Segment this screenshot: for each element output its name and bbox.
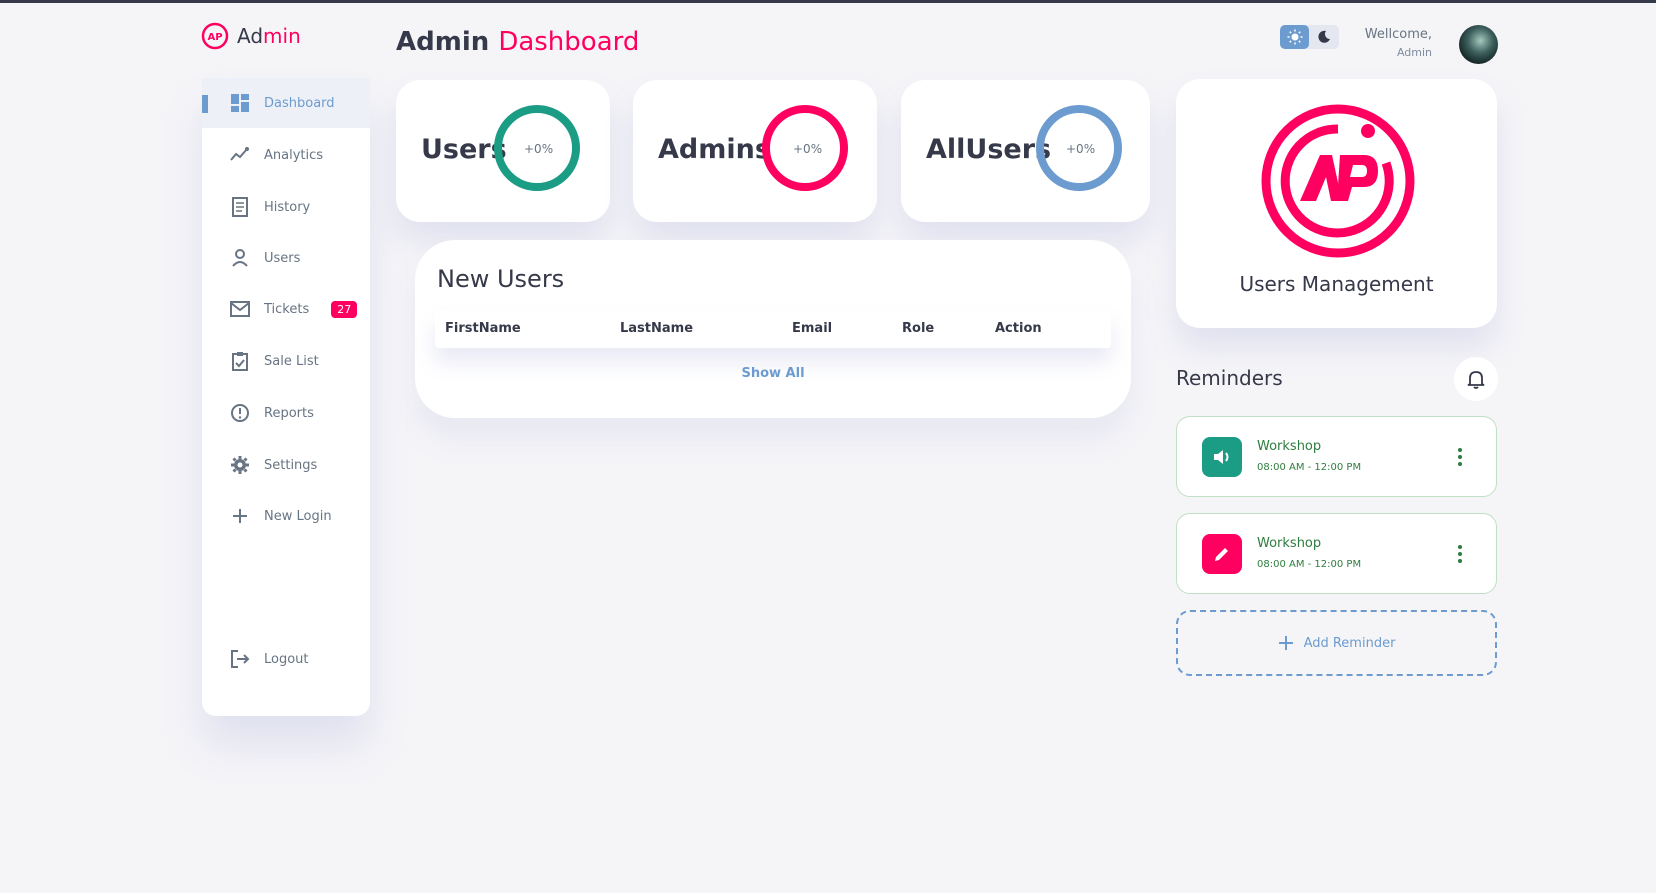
history-icon (232, 197, 248, 217)
users-management-card[interactable]: Users Management (1176, 79, 1497, 328)
moon-icon[interactable] (1309, 25, 1338, 49)
edit-icon (1202, 534, 1242, 574)
column-header: Role (902, 321, 935, 336)
more-vert-icon[interactable] (1457, 544, 1463, 564)
column-header: Action (995, 321, 1042, 336)
sidebar-item-label: Dashboard (264, 95, 335, 111)
new-users-title: New Users (437, 265, 565, 293)
bell-icon (1467, 371, 1485, 389)
sidebar-item-label: New Login (264, 508, 332, 524)
sidebar-item-label: Reports (264, 405, 314, 421)
sidebar-item-label: Logout (264, 651, 309, 667)
sidebar-item-settings[interactable]: Settings (202, 440, 370, 490)
column-header: LastName (620, 321, 694, 336)
stat-label: Admins (658, 134, 771, 165)
new-users-panel: New Users FirstName LastName Email Role … (415, 240, 1131, 418)
sun-icon[interactable] (1280, 25, 1309, 49)
dashboard-icon (231, 94, 249, 112)
column-header: FirstName (445, 321, 521, 336)
reminder-name: Workshop (1257, 439, 1322, 454)
column-header: Email (792, 321, 833, 336)
svg-text:AP: AP (207, 32, 222, 43)
sidebar: Dashboard Analytics History Users Ticket… (202, 78, 370, 716)
welcome-block: Wellcome, Admin (1340, 27, 1432, 59)
sidebar-item-label: Sale List (264, 353, 319, 369)
table-header: FirstName LastName Email Role Action (435, 310, 1111, 348)
sidebar-item-label: Tickets (264, 301, 310, 317)
sidebar-item-dashboard[interactable]: Dashboard (202, 78, 370, 128)
theme-toggle[interactable] (1280, 25, 1339, 49)
sidebar-item-label: Analytics (264, 147, 324, 163)
reminder-time: 08:00 AM - 12:00 PM (1257, 559, 1362, 570)
sidebar-item-label: Settings (264, 457, 318, 473)
tickets-count-badge: 27 (331, 300, 358, 318)
analytics-icon (230, 147, 249, 161)
sidebar-item-analytics[interactable]: Analytics (202, 130, 370, 180)
stat-percent: +0% (793, 142, 823, 156)
users-management-title: Users Management (1239, 272, 1434, 296)
gear-icon (231, 456, 249, 474)
ap-logo-icon (1261, 104, 1415, 258)
notifications-button[interactable] (1454, 357, 1498, 401)
page-title: Admin Dashboard (396, 27, 640, 57)
sidebar-item-label: Users (264, 250, 301, 266)
alert-icon (231, 404, 249, 422)
plus-icon (233, 509, 247, 523)
mail-icon (230, 301, 250, 317)
sidebar-item-label: History (264, 199, 311, 215)
reminder-item[interactable]: Workshop 08:00 AM - 12:00 PM (1176, 513, 1497, 594)
logout-icon (231, 650, 250, 668)
stat-percent: +0% (524, 142, 554, 156)
sidebar-item-history[interactable]: History (202, 182, 370, 232)
reminders-title: Reminders (1176, 366, 1283, 390)
avatar[interactable] (1459, 25, 1498, 64)
plus-icon (1278, 636, 1293, 650)
clipboard-icon (232, 352, 248, 371)
sidebar-item-tickets[interactable]: Tickets 27 (202, 284, 370, 334)
reminder-time: 08:00 AM - 12:00 PM (1257, 462, 1362, 473)
show-all-link[interactable]: Show All (415, 366, 1131, 381)
sidebar-item-users[interactable]: Users (202, 233, 370, 283)
welcome-text: Wellcome, (1364, 27, 1432, 42)
stat-percent: +0% (1066, 142, 1096, 156)
brand-name: Admin (237, 24, 301, 48)
stat-card-users: Users +0% (396, 80, 610, 222)
logo-icon: AP (201, 22, 229, 50)
user-icon (232, 249, 248, 267)
sidebar-item-reports[interactable]: Reports (202, 388, 370, 438)
volume-icon (1202, 437, 1242, 477)
sidebar-item-new-login[interactable]: New Login (202, 491, 370, 541)
user-role: Admin (1396, 46, 1432, 59)
brand: AP Admin (201, 22, 301, 50)
stat-card-allusers: AllUsers +0% (901, 80, 1150, 222)
more-vert-icon[interactable] (1457, 447, 1463, 467)
stat-card-admins: Admins +0% (633, 80, 877, 222)
reminder-name: Workshop (1257, 536, 1322, 551)
reminder-item[interactable]: Workshop 08:00 AM - 12:00 PM (1176, 416, 1497, 497)
sidebar-item-sale-list[interactable]: Sale List (202, 336, 370, 386)
stat-label: AllUsers (926, 134, 1052, 165)
add-reminder-label: Add Reminder (1303, 635, 1396, 651)
sidebar-item-logout[interactable]: Logout (202, 634, 370, 684)
add-reminder-button[interactable]: Add Reminder (1176, 610, 1497, 676)
